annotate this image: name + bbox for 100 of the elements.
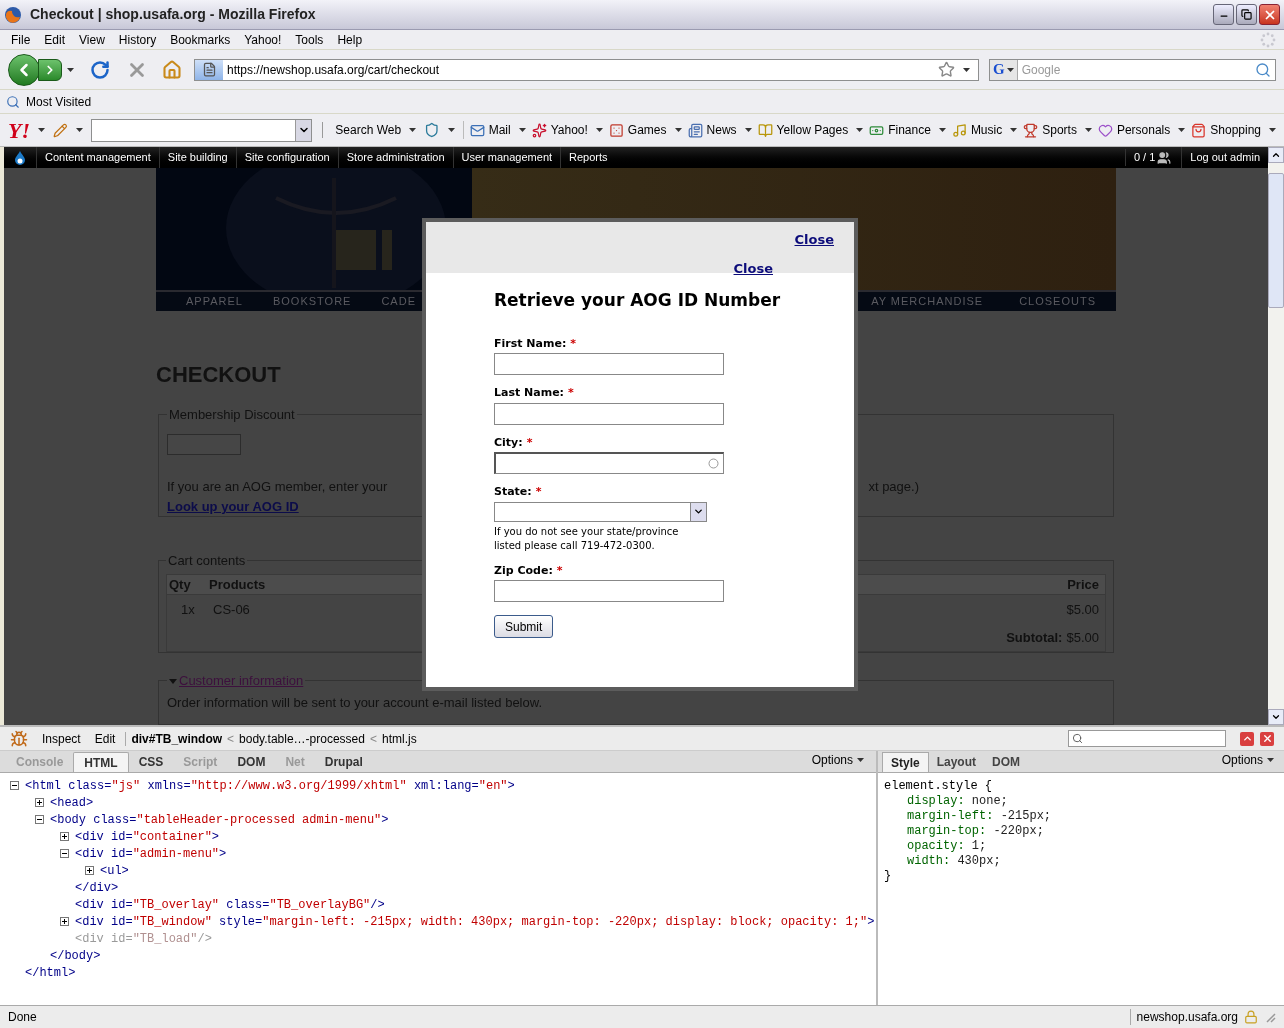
forward-button[interactable] bbox=[38, 58, 62, 81]
caret-icon[interactable] bbox=[857, 758, 864, 762]
url-field[interactable]: https://newshop.usafa.org/cart/checkout bbox=[227, 60, 938, 79]
caret-icon[interactable] bbox=[1269, 128, 1276, 132]
tool-button[interactable]: Inspect bbox=[42, 729, 81, 748]
plus-box-icon[interactable] bbox=[85, 866, 94, 875]
menu-item[interactable]: Bookmarks bbox=[163, 30, 238, 49]
toolbar-button[interactable]: Mail bbox=[469, 121, 511, 139]
state-select[interactable] bbox=[494, 501, 707, 522]
shield-icon[interactable] bbox=[424, 122, 440, 138]
menu-item[interactable]: Tools bbox=[288, 30, 331, 49]
close-panel-button[interactable] bbox=[1260, 731, 1274, 746]
caret-icon[interactable] bbox=[938, 128, 946, 132]
plus-box-icon[interactable] bbox=[35, 798, 44, 807]
search-bar[interactable]: G Google bbox=[989, 58, 1276, 81]
minimize-panel-button[interactable] bbox=[1240, 731, 1254, 746]
bug-icon[interactable] bbox=[10, 729, 28, 748]
code-line[interactable]: <head> bbox=[50, 793, 94, 812]
pencil-icon[interactable] bbox=[53, 122, 68, 138]
close-button[interactable] bbox=[1259, 4, 1280, 25]
minus-box-icon[interactable] bbox=[10, 781, 19, 790]
menu-item[interactable]: View bbox=[72, 30, 112, 49]
toolbar-button[interactable]: Shopping bbox=[1191, 121, 1261, 139]
caret-icon[interactable] bbox=[1010, 128, 1018, 132]
plus-box-icon[interactable] bbox=[60, 832, 69, 841]
home-icon[interactable] bbox=[162, 59, 182, 80]
caret-icon[interactable] bbox=[447, 128, 455, 132]
menu-item[interactable]: Edit bbox=[37, 30, 73, 49]
toolbar-button[interactable]: Yellow Pages bbox=[757, 121, 849, 139]
caret-icon[interactable] bbox=[1267, 758, 1274, 762]
plus-box-icon[interactable] bbox=[60, 917, 69, 926]
menu-item[interactable]: Yahoo! bbox=[237, 30, 289, 49]
text-field[interactable] bbox=[494, 580, 724, 602]
caret-icon[interactable] bbox=[1178, 128, 1186, 132]
panel-tab[interactable]: Layout bbox=[928, 752, 985, 772]
menu-item[interactable]: History bbox=[111, 30, 164, 49]
text-field[interactable] bbox=[494, 402, 724, 425]
search-combo-field[interactable] bbox=[90, 118, 313, 142]
caret-icon[interactable] bbox=[518, 128, 526, 132]
caret-icon[interactable] bbox=[674, 128, 682, 132]
toolbar-button[interactable]: Yahoo! bbox=[531, 121, 588, 139]
search-icon[interactable] bbox=[1255, 61, 1271, 78]
restore-button[interactable] bbox=[1236, 4, 1257, 25]
city-field[interactable] bbox=[494, 452, 724, 474]
caret-icon[interactable] bbox=[744, 128, 752, 132]
options-button[interactable]: Options bbox=[811, 751, 864, 769]
caret-icon[interactable] bbox=[595, 128, 603, 132]
code-line[interactable]: <html class="js" xmlns="http://www.w3.org/1999/xhtml" xml:lang="en"> bbox=[25, 776, 515, 795]
panel-tab[interactable]: Drupal bbox=[314, 752, 373, 772]
code-line[interactable]: </div> bbox=[75, 878, 119, 897]
menu-item[interactable]: File bbox=[4, 30, 38, 49]
yahoo-logo[interactable]: Y! bbox=[8, 113, 30, 147]
address-bar[interactable]: https://newshop.usafa.org/cart/checkout bbox=[194, 58, 979, 81]
code-line[interactable]: <ul> bbox=[100, 861, 129, 880]
breadcrumb-item[interactable]: div#TB_window bbox=[131, 729, 223, 748]
minus-box-icon[interactable] bbox=[60, 849, 69, 858]
toolbar-button[interactable]: Sports bbox=[1023, 121, 1077, 139]
code-line[interactable]: <div id="container"> bbox=[75, 827, 220, 846]
toolbar-button[interactable]: Finance bbox=[869, 121, 931, 139]
panel-tab[interactable]: DOM bbox=[227, 752, 276, 772]
scroll-thumb[interactable] bbox=[1268, 173, 1284, 308]
caret-icon[interactable] bbox=[963, 67, 970, 72]
bookmark-item[interactable]: Most Visited bbox=[26, 92, 92, 111]
toolbar-button[interactable]: Music bbox=[951, 121, 1003, 139]
panel-tab[interactable]: CSS bbox=[128, 752, 174, 772]
caret-icon[interactable] bbox=[409, 128, 417, 132]
search-field[interactable] bbox=[1068, 730, 1226, 747]
breadcrumb-item[interactable]: html.js bbox=[381, 729, 417, 748]
back-button[interactable] bbox=[8, 53, 40, 86]
toolbar-button[interactable]: News bbox=[687, 121, 737, 139]
scroll-up-icon[interactable] bbox=[1271, 150, 1281, 160]
panel-tab[interactable]: HTML bbox=[73, 752, 129, 772]
reload-icon[interactable] bbox=[90, 59, 110, 80]
menu-item[interactable]: Help bbox=[330, 30, 370, 49]
close-link[interactable]: Close bbox=[794, 230, 834, 250]
code-line[interactable]: </body> bbox=[50, 946, 101, 965]
caret-icon[interactable] bbox=[67, 67, 74, 72]
submit-button[interactable]: Submit bbox=[494, 615, 554, 638]
code-line[interactable]: </html> bbox=[25, 963, 76, 982]
code-line[interactable]: <div id="TB_overlay" class="TB_overlayBG"/> bbox=[75, 895, 385, 914]
star-icon[interactable] bbox=[938, 61, 955, 78]
caret-icon[interactable] bbox=[1006, 67, 1014, 72]
search-input[interactable]: Google bbox=[1021, 60, 1255, 79]
options-button[interactable]: Options bbox=[1221, 751, 1274, 769]
panel-tab[interactable]: Style bbox=[882, 752, 929, 772]
panel-tab[interactable]: DOM bbox=[984, 752, 1029, 772]
code-line[interactable]: <body class="tableHeader-processed admin-menu"> bbox=[50, 810, 389, 829]
code-line[interactable]: <div id="TB_window" style="margin-left: -215px; width: 430px; margin-top: -220px; display: block; opacity: 1;"> bbox=[75, 912, 875, 931]
toolbar-button[interactable]: Personals bbox=[1097, 121, 1171, 139]
toolbar-button[interactable]: Games bbox=[608, 121, 667, 139]
caret-icon[interactable] bbox=[38, 128, 45, 132]
caret-icon[interactable] bbox=[75, 128, 83, 132]
breadcrumb-item[interactable]: body.table…-processed bbox=[239, 729, 365, 748]
text-field[interactable] bbox=[494, 353, 724, 375]
close-link[interactable]: Close bbox=[733, 258, 773, 278]
minus-box-icon[interactable] bbox=[35, 815, 44, 824]
minimize-button[interactable] bbox=[1213, 4, 1234, 25]
resize-grip-icon[interactable] bbox=[1264, 1011, 1276, 1023]
caret-icon[interactable] bbox=[1084, 128, 1092, 132]
membership-input[interactable] bbox=[167, 434, 241, 456]
